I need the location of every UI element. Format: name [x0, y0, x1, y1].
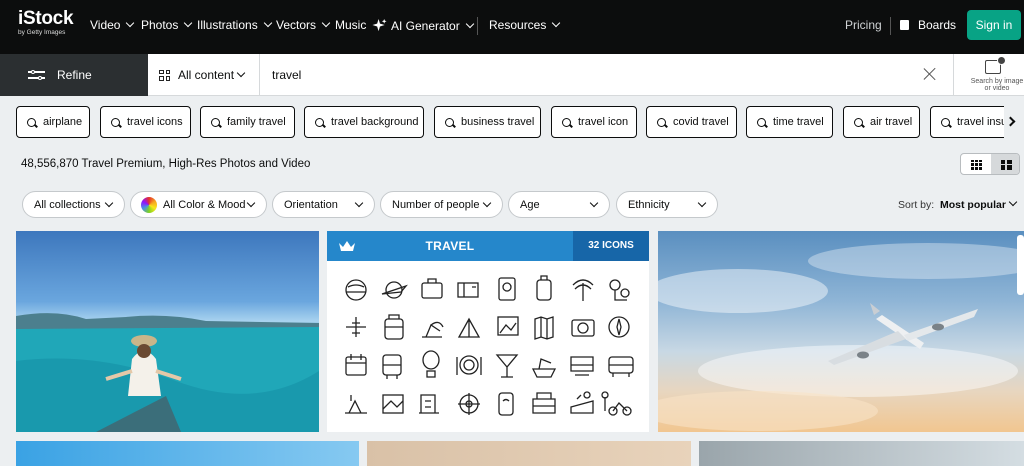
nav-pricing[interactable]: Pricing — [845, 18, 882, 32]
suggestion-pill[interactable]: family travel — [200, 106, 295, 138]
chevron-down-icon — [589, 198, 599, 208]
search-bar: Refine All content Search by image or vi… — [0, 54, 1024, 96]
filter-orientation[interactable]: Orientation — [272, 191, 375, 218]
nav-illustrations[interactable]: Illustrations — [197, 18, 272, 32]
chevron-down-icon — [126, 18, 135, 28]
icon-set-title: TRAVEL — [425, 239, 475, 253]
nav-divider — [890, 17, 891, 35]
nav-resources[interactable]: Resources — [489, 18, 561, 32]
nav-photos[interactable]: Photos — [141, 18, 193, 32]
chevron-down-icon — [354, 198, 364, 208]
chevron-down-icon — [184, 18, 193, 28]
result-image[interactable] — [367, 441, 691, 466]
mosaic-icon — [1000, 159, 1012, 170]
search-icon — [941, 117, 950, 127]
image-search-label: Search by image or video — [970, 78, 1024, 92]
nav-music[interactable]: Music — [335, 18, 366, 32]
chevron-down-icon — [236, 68, 246, 78]
suggestion-pill[interactable]: time travel — [746, 106, 833, 138]
filter-color-mood[interactable]: All Color & Mood — [130, 191, 267, 218]
search-icon — [111, 117, 120, 127]
top-navigation: iStock by Getty Images Video Photos Illu… — [0, 0, 1024, 54]
result-image-tropical-sea[interactable] — [16, 231, 319, 432]
search-icon — [445, 117, 454, 127]
suggestion-pill[interactable]: travel background — [304, 106, 424, 138]
refine-button[interactable]: Refine — [0, 54, 148, 96]
nav-video[interactable]: Video — [90, 18, 135, 32]
suggestion-pill[interactable]: air travel — [843, 106, 920, 138]
filter-collections[interactable]: All collections — [22, 191, 125, 218]
nav-vectors[interactable]: Vectors — [276, 18, 331, 32]
grid-view-button[interactable] — [961, 154, 991, 174]
search-input[interactable] — [262, 62, 902, 88]
icon-set-count: 32 ICONS — [573, 231, 649, 261]
grid-icon — [970, 159, 982, 170]
chevron-right-icon — [1005, 116, 1016, 127]
search-icon — [315, 117, 324, 127]
icon-set-header: TRAVEL 32 ICONS — [327, 231, 649, 261]
chevron-down-icon — [321, 18, 331, 28]
mosaic-view-button[interactable] — [991, 154, 1019, 174]
color-wheel-icon — [141, 196, 157, 213]
sort-select[interactable]: Most popular — [940, 199, 1006, 211]
results-count: 48,556,870 Travel Premium, High-Res Phot… — [21, 158, 311, 170]
boards-icon — [900, 20, 909, 30]
chevron-down-icon — [1008, 197, 1018, 207]
suggestion-pill[interactable]: travel insurance — [930, 106, 1008, 138]
search-by-image-button[interactable]: Search by image or video — [953, 54, 1024, 96]
chevron-down-icon — [482, 198, 492, 208]
chevron-down-icon — [104, 198, 114, 208]
sparkle-icon — [372, 18, 387, 32]
nav-boards[interactable]: Boards — [900, 18, 956, 32]
search-icon — [757, 117, 766, 127]
filter-ethnicity[interactable]: Ethnicity — [616, 191, 718, 218]
search-icon — [657, 117, 666, 127]
istock-logo[interactable]: iStock by Getty Images — [18, 9, 78, 43]
sliders-icon — [28, 69, 45, 81]
related-searches: airplane travel icons family travel trav… — [16, 106, 1008, 138]
scroll-indicator — [1017, 235, 1024, 295]
search-icon — [562, 117, 571, 127]
result-image[interactable] — [16, 441, 359, 466]
result-image-airplane[interactable] — [658, 231, 1024, 432]
grid-icon — [159, 69, 170, 81]
nav-ai-generator[interactable]: AI Generator — [372, 18, 474, 33]
search-icon — [854, 117, 863, 127]
filter-age[interactable]: Age — [508, 191, 610, 218]
result-travel-icon-set[interactable]: TRAVEL 32 ICONS — [327, 231, 649, 432]
filter-number-of-people[interactable]: Number of people — [380, 191, 503, 218]
view-toggle — [960, 153, 1020, 175]
nav-divider — [477, 17, 478, 35]
suggestion-pill[interactable]: airplane — [16, 106, 90, 138]
photo-content — [16, 313, 319, 432]
sort-label: Sort by: — [898, 199, 935, 211]
chevron-down-icon — [697, 198, 707, 208]
result-image[interactable] — [699, 441, 1024, 466]
search-icon — [211, 117, 220, 127]
chevron-down-icon — [246, 198, 256, 208]
search-icon — [27, 117, 36, 127]
suggestion-pill[interactable]: travel icons — [100, 106, 191, 138]
suggestion-pill[interactable]: travel icon — [551, 106, 637, 138]
chevron-down-icon — [263, 18, 272, 28]
refine-label: Refine — [57, 68, 92, 82]
content-type-label: All content — [178, 68, 235, 82]
suggestion-pill[interactable]: covid travel — [646, 106, 737, 138]
chevron-down-icon — [465, 19, 474, 28]
clear-search-icon[interactable] — [922, 66, 938, 82]
image-search-icon — [985, 56, 1006, 74]
suggestions-next-button[interactable] — [1004, 104, 1024, 140]
travel-icons-grid — [345, 275, 634, 416]
sign-in-button[interactable]: Sign in — [967, 10, 1021, 40]
content-type-select[interactable]: All content — [148, 54, 260, 96]
chevron-down-icon — [552, 18, 561, 28]
suggestion-pill[interactable]: business travel — [434, 106, 541, 138]
photo-content — [658, 243, 1024, 431]
